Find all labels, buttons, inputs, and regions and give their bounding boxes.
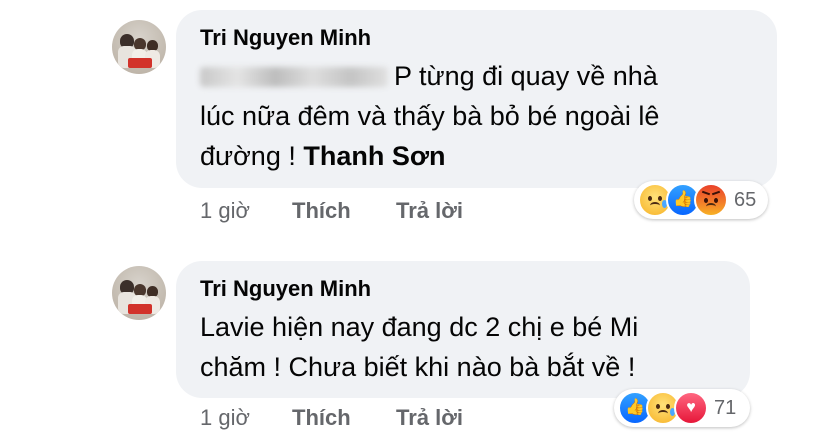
- comment-time[interactable]: 1 giờ: [200, 198, 250, 224]
- comment-text: Lavie hiện nay đang dc 2 chị e bé Mi chă…: [200, 312, 639, 382]
- like-button[interactable]: Thích: [292, 405, 351, 431]
- avatar[interactable]: [112, 266, 166, 320]
- reply-button[interactable]: Trả lời: [396, 198, 463, 224]
- redacted-text: [200, 67, 388, 87]
- comment-author[interactable]: Tri Nguyen Minh: [200, 275, 728, 303]
- reply-button[interactable]: Trả lời: [396, 405, 463, 431]
- comment-bubble: Tri Nguyen Minh Lavie hiện nay đang dc 2…: [176, 261, 750, 398]
- tagged-user[interactable]: Thanh Sơn: [303, 141, 445, 171]
- reaction-summary[interactable]: 👍 65: [634, 181, 768, 219]
- comment-time[interactable]: 1 giờ: [200, 405, 250, 431]
- reaction-count: 65: [734, 188, 757, 211]
- comment-text: P từng đi quay về nhà lúc nữa đêm và thấ…: [200, 61, 660, 171]
- comment-author[interactable]: Tri Nguyen Minh: [200, 24, 755, 52]
- like-button[interactable]: Thích: [292, 198, 351, 224]
- comment-bubble: Tri Nguyen Minh P từng đi quay về nhà lú…: [176, 10, 777, 188]
- reaction-count: 71: [714, 396, 737, 419]
- angry-icon: [694, 183, 728, 217]
- reaction-summary[interactable]: 👍 ♥ 71: [614, 389, 750, 427]
- love-icon: ♥: [674, 391, 708, 425]
- avatar[interactable]: [112, 20, 166, 74]
